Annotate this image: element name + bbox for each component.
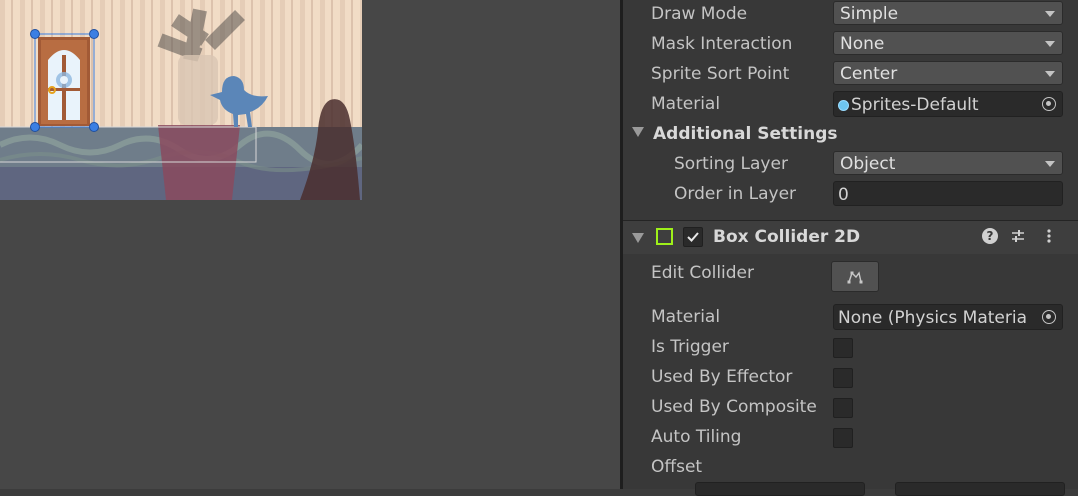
auto-tiling-row: Auto Tiling (623, 423, 1078, 453)
selection-handle-top-left[interactable] (30, 29, 40, 39)
physics-material-value: None (Physics Materia (838, 308, 1028, 328)
is-trigger-checkbox[interactable] (833, 338, 853, 358)
order-in-layer-label: Order in Layer (674, 184, 797, 204)
scene-render (0, 0, 362, 200)
box-collider-icon (656, 228, 673, 245)
sorting-layer-label: Sorting Layer (674, 154, 788, 174)
material-value-text: Sprites-Default (851, 95, 979, 115)
offset-y-field[interactable] (895, 482, 1065, 496)
is-trigger-row: Is Trigger (623, 333, 1078, 363)
foldout-arrow-icon[interactable] (632, 233, 644, 243)
foldout-arrow-icon[interactable] (632, 127, 644, 137)
scene-view[interactable] (0, 0, 620, 489)
edit-collider-icon (847, 271, 863, 284)
draw-mode-row: Draw Mode Simple (623, 0, 1078, 30)
mask-interaction-value: None (840, 34, 885, 54)
offset-label: Offset (651, 457, 703, 477)
sprite-sort-point-row: Sprite Sort Point Center (623, 60, 1078, 90)
material-picker-button[interactable] (1036, 92, 1062, 116)
edit-collider-label: Edit Collider (651, 263, 755, 283)
used-by-effector-row: Used By Effector (623, 363, 1078, 393)
selection-handle-bottom-left[interactable] (30, 122, 40, 132)
inspector-panel: Draw Mode Simple Mask Interaction None S… (623, 0, 1078, 496)
help-icon[interactable]: ? (982, 228, 998, 244)
used-by-composite-row: Used By Composite (623, 393, 1078, 423)
object-picker-icon (1042, 97, 1056, 111)
box-collider-2d-header[interactable]: Box Collider 2D ? (623, 220, 1078, 254)
used-by-composite-label: Used By Composite (651, 397, 817, 417)
selection-handle-bottom-right[interactable] (89, 122, 99, 132)
sprite-sort-point-label: Sprite Sort Point (651, 64, 790, 84)
order-in-layer-input[interactable]: 0 (833, 181, 1063, 206)
edit-collider-row: Edit Collider (623, 261, 1078, 295)
draw-mode-label: Draw Mode (651, 4, 748, 24)
sprite-sort-point-dropdown[interactable]: Center (833, 61, 1063, 85)
used-by-composite-checkbox[interactable] (833, 398, 853, 418)
order-in-layer-row: Order in Layer 0 (623, 180, 1078, 210)
used-by-effector-checkbox[interactable] (833, 368, 853, 388)
auto-tiling-label: Auto Tiling (651, 427, 742, 447)
physics-material-picker-button[interactable] (1036, 305, 1062, 329)
mask-interaction-row: Mask Interaction None (623, 30, 1078, 60)
draw-mode-dropdown[interactable]: Simple (833, 1, 1063, 25)
additional-settings-label: Additional Settings (653, 124, 838, 144)
box-collider-title: Box Collider 2D (713, 227, 861, 247)
mask-interaction-label: Mask Interaction (651, 34, 793, 54)
mask-interaction-dropdown[interactable]: None (833, 31, 1063, 55)
material-row: Material Sprites-Default (623, 90, 1078, 120)
chevron-down-icon (1045, 71, 1055, 77)
chevron-down-icon (1045, 161, 1055, 167)
scene-viewport[interactable] (0, 0, 362, 200)
draw-mode-value: Simple (840, 4, 899, 24)
additional-settings-foldout[interactable]: Additional Settings (623, 120, 1078, 150)
chevron-down-icon (1045, 41, 1055, 47)
kebab-menu-icon[interactable] (1041, 228, 1057, 244)
presets-icon[interactable] (1010, 228, 1026, 244)
auto-tiling-checkbox[interactable] (833, 428, 853, 448)
physics-material-label: Material (651, 307, 721, 327)
offset-row: Offset (623, 453, 1078, 496)
selection-handle-top-right[interactable] (89, 29, 99, 39)
sorting-layer-row: Sorting Layer Object (623, 150, 1078, 180)
object-picker-icon (1042, 310, 1056, 324)
material-asset-icon (838, 100, 849, 111)
offset-x-field[interactable] (695, 482, 865, 496)
order-in-layer-value: 0 (838, 185, 849, 205)
material-object-field[interactable]: Sprites-Default (833, 91, 1063, 117)
physics-material-row: Material None (Physics Materia (623, 303, 1078, 333)
edit-collider-button[interactable] (831, 261, 879, 292)
chevron-down-icon (1045, 11, 1055, 17)
physics-material-object-field[interactable]: None (Physics Materia (833, 304, 1063, 330)
sorting-layer-dropdown[interactable]: Object (833, 151, 1063, 175)
sorting-layer-value: Object (840, 154, 896, 174)
component-enabled-checkbox[interactable] (683, 227, 703, 247)
material-value: Sprites-Default (838, 95, 979, 115)
checkmark-icon (687, 232, 699, 242)
is-trigger-label: Is Trigger (651, 337, 729, 357)
material-label: Material (651, 94, 721, 114)
sprite-sort-point-value: Center (840, 64, 898, 84)
used-by-effector-label: Used By Effector (651, 367, 793, 387)
